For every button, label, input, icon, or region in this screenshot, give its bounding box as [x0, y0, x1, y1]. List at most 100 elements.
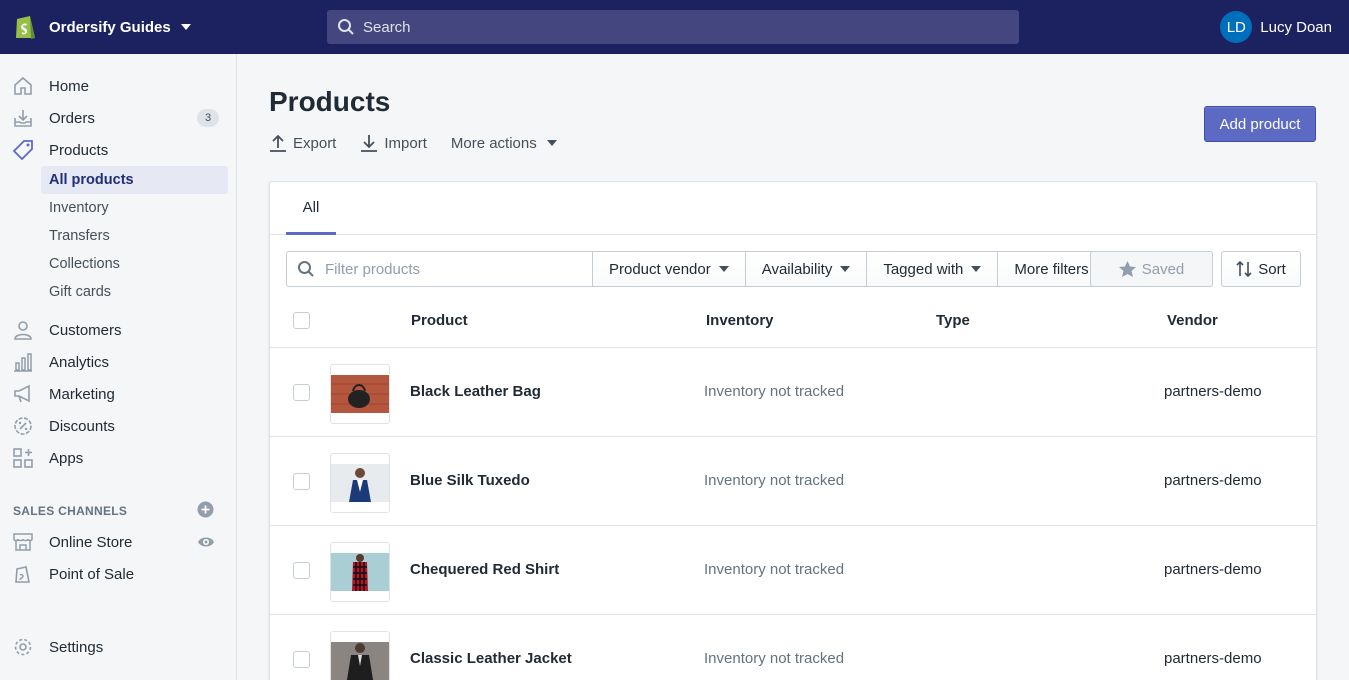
search-icon — [297, 260, 315, 278]
filter-label: Product vendor — [609, 260, 711, 278]
sidebar-item-customers[interactable]: Customers — [13, 318, 223, 342]
table-row[interactable]: Black Leather Bag Inventory not tracked … — [270, 348, 1316, 437]
product-vendor-filter[interactable]: Product vendor — [593, 251, 746, 287]
add-channel-icon[interactable] — [197, 501, 214, 518]
table-header: Product Inventory Type Vendor — [270, 294, 1316, 348]
product-thumbnail[interactable] — [330, 542, 390, 602]
table-row[interactable]: Blue Silk Tuxedo Inventory not tracked p… — [270, 437, 1316, 526]
table-row[interactable]: Chequered Red Shirt Inventory not tracke… — [270, 526, 1316, 615]
sidebar-item-discounts[interactable]: Discounts — [13, 414, 223, 438]
product-inventory: Inventory not tracked — [704, 650, 845, 667]
store-switcher[interactable]: Ordersify Guides — [0, 13, 327, 41]
search-input[interactable]: Search — [327, 10, 1019, 44]
sidebar-subitem-inventory[interactable]: Inventory — [41, 194, 228, 222]
select-all-checkbox[interactable] — [293, 312, 310, 329]
sidebar-item-label: Marketing — [49, 385, 115, 403]
product-thumbnail[interactable] — [330, 631, 390, 680]
row-checkbox[interactable] — [293, 384, 310, 401]
sidebar-item-label: Online Store — [49, 533, 133, 551]
sidebar-subitem-transfers[interactable]: Transfers — [41, 222, 228, 250]
product-vendor: partners-demo — [1164, 561, 1262, 578]
product-thumbnail[interactable] — [330, 453, 390, 513]
filter-label: Availability — [761, 260, 833, 278]
sidebar-item-apps[interactable]: Apps — [13, 446, 223, 470]
sidebar-item-analytics[interactable]: Analytics — [13, 350, 223, 374]
store-name: Ordersify Guides — [49, 18, 171, 36]
megaphone-icon — [13, 384, 33, 404]
availability-filter[interactable]: Availability — [745, 251, 868, 287]
main-content: Products Export Import More actions Add … — [237, 54, 1349, 680]
product-name-link[interactable]: Blue Silk Tuxedo — [410, 472, 530, 489]
column-header-type[interactable]: Type — [936, 312, 970, 329]
apps-icon — [13, 448, 33, 468]
sidebar-subitem-gift-cards[interactable]: Gift cards — [41, 278, 228, 306]
column-header-vendor[interactable]: Vendor — [1167, 312, 1218, 329]
sidebar-item-orders[interactable]: Orders 3 — [13, 106, 223, 130]
user-menu[interactable]: LD Lucy Doan — [1220, 11, 1332, 43]
sort-icon — [1236, 261, 1258, 277]
eye-icon[interactable] — [197, 534, 215, 550]
saved-button[interactable]: Saved — [1090, 251, 1213, 287]
tagged-with-filter[interactable]: Tagged with — [867, 251, 999, 287]
sidebar: Home Orders 3 Products All products Inve… — [0, 54, 237, 680]
page-title: Products — [269, 86, 391, 117]
import-button[interactable]: Import — [360, 134, 427, 152]
add-product-button[interactable]: Add product — [1204, 106, 1316, 142]
sidebar-item-marketing[interactable]: Marketing — [13, 382, 223, 406]
row-checkbox[interactable] — [293, 651, 310, 668]
discount-icon — [13, 416, 33, 436]
search-icon — [337, 18, 355, 36]
import-icon — [360, 134, 384, 152]
chevron-down-icon — [963, 266, 982, 272]
sidebar-item-products[interactable]: Products — [13, 138, 223, 162]
sidebar-subitem-all-products[interactable]: All products — [41, 166, 228, 194]
row-checkbox[interactable] — [293, 473, 310, 490]
product-image — [331, 553, 389, 591]
sidebar-item-label: Products — [49, 141, 109, 159]
export-icon — [269, 134, 293, 152]
more-actions-button[interactable]: More actions — [451, 135, 563, 152]
avatar: LD — [1220, 11, 1253, 43]
sidebar-item-settings[interactable]: Settings — [13, 635, 223, 659]
chevron-down-icon — [711, 266, 729, 272]
sidebar-item-label: Customers — [49, 321, 122, 339]
product-inventory: Inventory not tracked — [704, 383, 845, 400]
pos-bag-icon — [13, 564, 33, 584]
product-name-link[interactable]: Black Leather Bag — [410, 383, 541, 400]
export-button[interactable]: Export — [269, 134, 336, 152]
sidebar-item-point-of-sale[interactable]: Point of Sale — [13, 562, 223, 586]
product-thumbnail[interactable] — [330, 364, 390, 424]
sidebar-item-label: Analytics — [49, 353, 110, 371]
sidebar-item-home[interactable]: Home — [13, 74, 223, 98]
column-header-product[interactable]: Product — [411, 312, 468, 329]
sidebar-item-label: Discounts — [49, 417, 115, 435]
sidebar-item-online-store[interactable]: Online Store — [13, 530, 223, 554]
filter-products-input[interactable]: Filter products — [286, 251, 593, 287]
tab-all[interactable]: All — [286, 182, 336, 235]
product-name-link[interactable]: Classic Leather Jacket — [410, 650, 572, 667]
column-header-inventory[interactable]: Inventory — [706, 312, 774, 329]
chevron-down-icon — [546, 140, 563, 146]
top-bar: Ordersify Guides Search LD Lucy Doan — [0, 0, 1349, 54]
product-image — [331, 375, 389, 413]
product-image — [331, 642, 389, 680]
bar-chart-icon — [13, 352, 33, 372]
product-inventory: Inventory not tracked — [704, 472, 845, 489]
products-card: All Filter products Product vendor Avail… — [269, 181, 1317, 680]
star-icon — [1118, 261, 1142, 277]
sort-label: Sort — [1258, 260, 1286, 278]
filter-row: Filter products Product vendor Availabil… — [286, 251, 1106, 287]
sidebar-subitem-collections[interactable]: Collections — [41, 250, 228, 278]
sidebar-item-label: Point of Sale — [49, 565, 135, 583]
product-image — [331, 464, 389, 502]
sort-button[interactable]: Sort — [1221, 251, 1301, 287]
store-icon — [13, 532, 33, 552]
chevron-down-icon — [180, 24, 191, 30]
sales-channels-title: SALES CHANNELS — [13, 504, 128, 518]
saved-label: Saved — [1141, 260, 1185, 278]
import-label: Import — [384, 134, 427, 152]
row-checkbox[interactable] — [293, 562, 310, 579]
table-row[interactable]: Classic Leather Jacket Inventory not tra… — [270, 615, 1316, 680]
export-label: Export — [293, 134, 337, 152]
product-name-link[interactable]: Chequered Red Shirt — [410, 561, 559, 578]
